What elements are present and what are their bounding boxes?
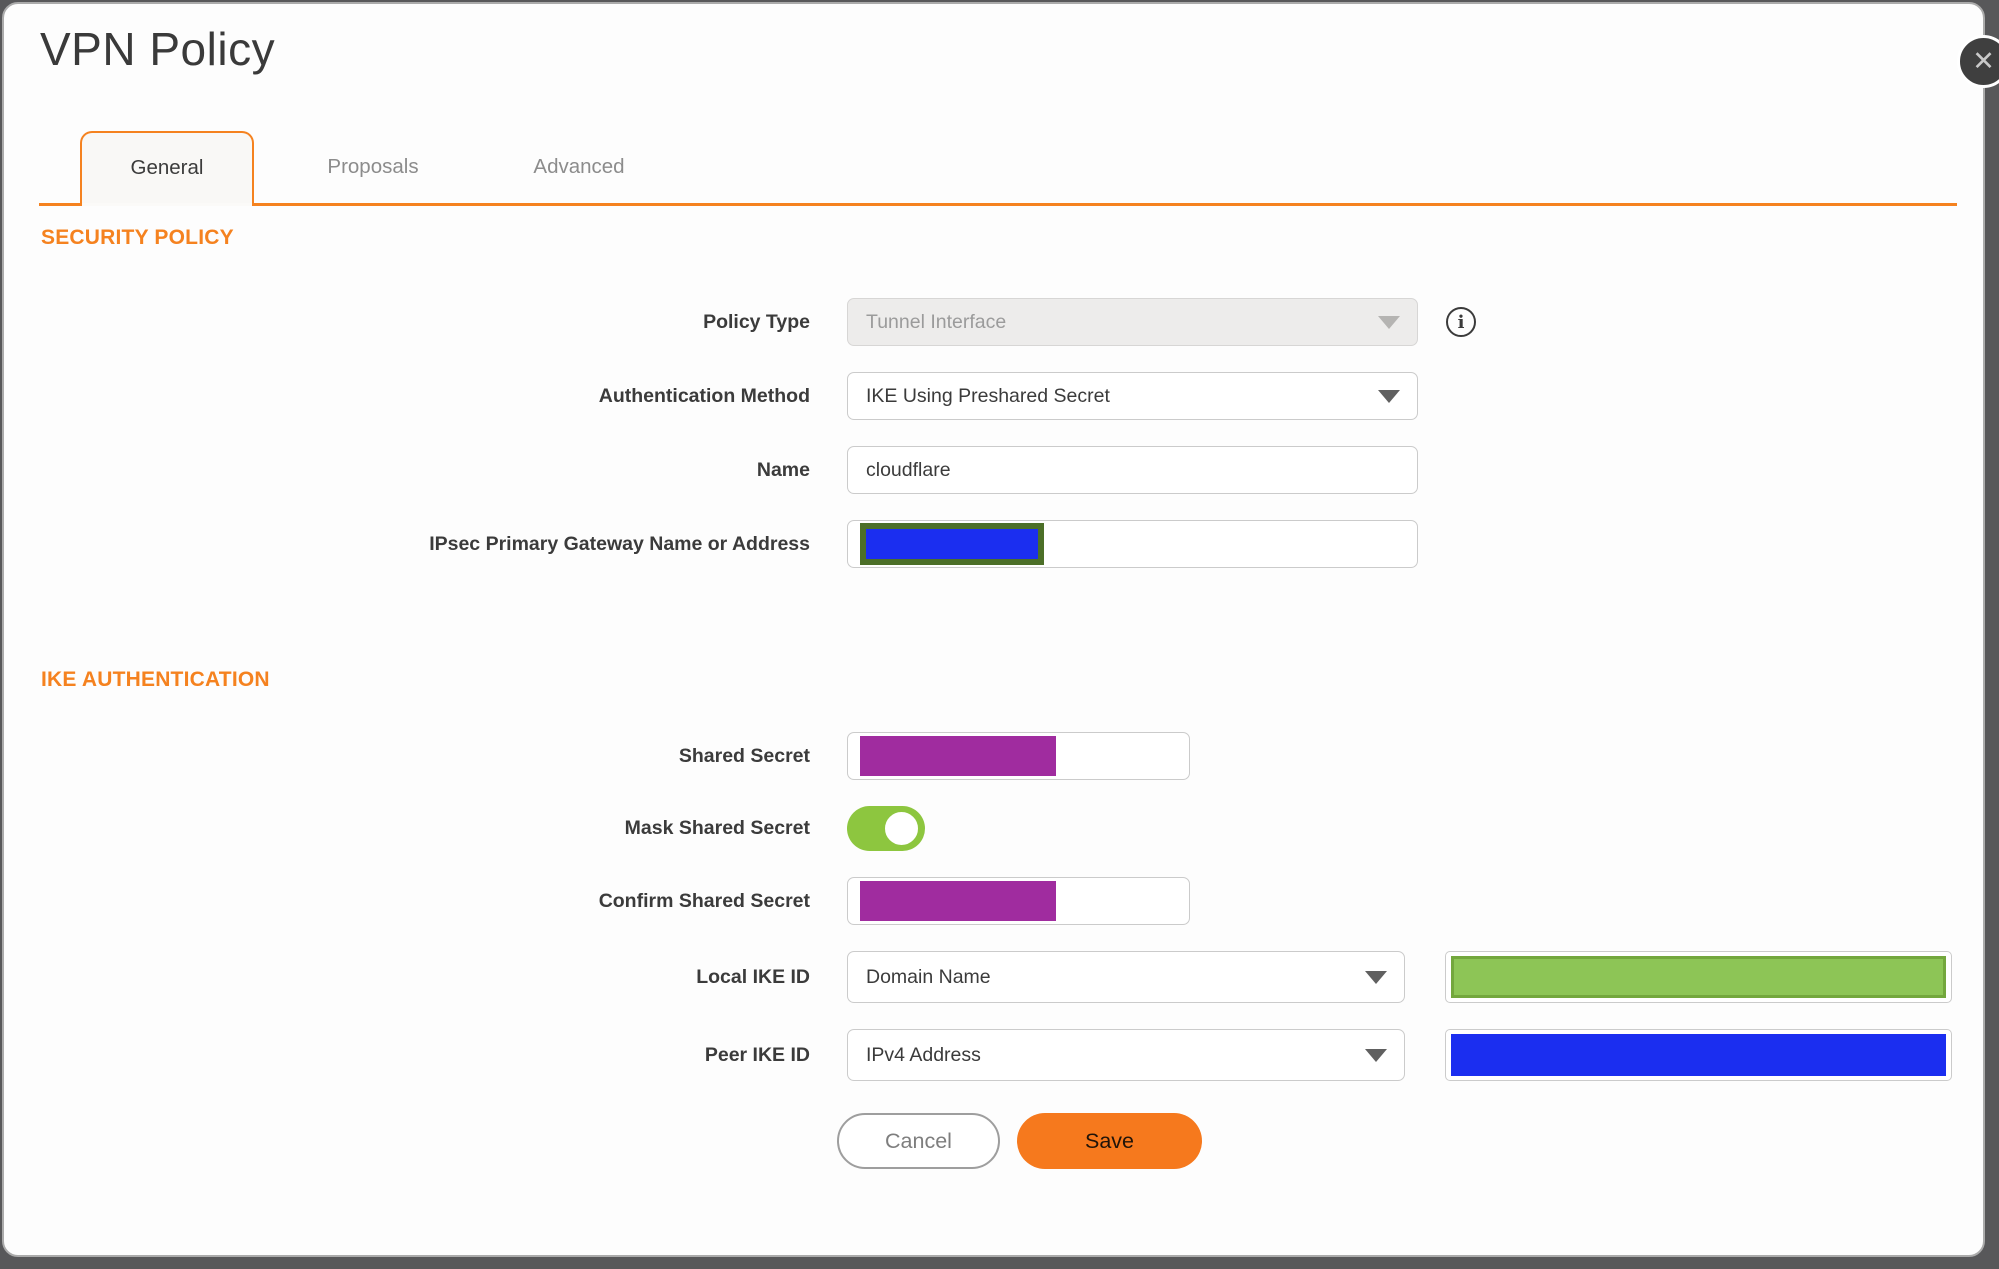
chevron-down-icon (1378, 390, 1400, 403)
chevron-down-icon (1365, 971, 1387, 984)
peer-ike-id-input[interactable] (1445, 1029, 1952, 1081)
shared-secret-label: Shared Secret (678, 744, 810, 767)
local-ike-id-label: Local IKE ID (696, 965, 810, 988)
shared-secret-input[interactable] (847, 732, 1190, 780)
authentication-method-row: Authentication Method IKE Using Preshare… (4, 372, 1983, 420)
action-buttons: Cancel Save (837, 1113, 1983, 1169)
info-icon[interactable]: i (1446, 307, 1476, 337)
tab-general[interactable]: General (80, 131, 254, 206)
tab-bar: General Proposals Advanced (39, 131, 1957, 206)
local-ike-id-type-value: Domain Name (866, 965, 991, 988)
local-ike-id-select[interactable]: Domain Name (847, 951, 1405, 1003)
ike-authentication-heading: IKE AUTHENTICATION (41, 668, 270, 691)
page-title: VPN Policy (40, 23, 276, 75)
chevron-down-icon (1378, 316, 1400, 329)
shared-secret-row: Shared Secret (4, 732, 1983, 780)
name-row: Name (4, 446, 1983, 494)
authentication-method-select[interactable]: IKE Using Preshared Secret (847, 372, 1418, 420)
mask-shared-secret-row: Mask Shared Secret (4, 806, 1983, 851)
policy-type-label: Policy Type (703, 310, 810, 333)
tab-advanced[interactable]: Advanced (492, 131, 666, 203)
ike-authentication-section: Shared Secret Mask Shared Secret Confirm… (4, 732, 1983, 1081)
shared-secret-redaction-block (860, 736, 1056, 776)
local-ike-id-row: Local IKE ID Domain Name (4, 951, 1983, 1003)
confirm-shared-secret-label: Confirm Shared Secret (598, 889, 810, 912)
policy-type-row: Policy Type Tunnel Interface i (4, 298, 1983, 346)
security-policy-section: Policy Type Tunnel Interface i Authentic… (4, 298, 1983, 568)
save-button[interactable]: Save (1017, 1113, 1202, 1169)
chevron-down-icon (1365, 1049, 1387, 1062)
name-label: Name (756, 458, 810, 481)
peer-ike-id-label: Peer IKE ID (704, 1043, 810, 1066)
authentication-method-value: IKE Using Preshared Secret (866, 384, 1110, 407)
mask-shared-secret-label: Mask Shared Secret (624, 817, 810, 839)
local-ike-id-input[interactable] (1445, 951, 1952, 1003)
name-input[interactable] (847, 446, 1418, 494)
cancel-button[interactable]: Cancel (837, 1113, 1000, 1169)
close-icon[interactable]: ✕ (1957, 35, 1999, 88)
peer-ike-id-select[interactable]: IPv4 Address (847, 1029, 1405, 1081)
gateway-input[interactable] (847, 520, 1418, 568)
gateway-row: IPsec Primary Gateway Name or Address (4, 520, 1983, 568)
authentication-method-label: Authentication Method (598, 384, 810, 407)
toggle-knob (882, 809, 921, 848)
mask-shared-secret-toggle[interactable] (847, 806, 925, 851)
peer-ike-id-type-value: IPv4 Address (866, 1043, 981, 1066)
peer-ike-id-redaction-block (1451, 1034, 1946, 1076)
tab-proposals[interactable]: Proposals (286, 131, 460, 203)
gateway-label: IPsec Primary Gateway Name or Address (429, 532, 810, 555)
gateway-redaction-block (860, 523, 1044, 565)
confirm-shared-secret-redaction-block (860, 881, 1056, 921)
confirm-shared-secret-row: Confirm Shared Secret (4, 877, 1983, 925)
policy-type-select: Tunnel Interface (847, 298, 1418, 346)
policy-type-value: Tunnel Interface (866, 310, 1007, 333)
local-ike-id-redaction-block (1451, 956, 1946, 998)
peer-ike-id-row: Peer IKE ID IPv4 Address (4, 1029, 1983, 1081)
vpn-policy-dialog: ✕ VPN Policy General Proposals Advanced … (2, 2, 1999, 1257)
security-policy-heading: SECURITY POLICY (41, 226, 234, 249)
confirm-shared-secret-input[interactable] (847, 877, 1190, 925)
